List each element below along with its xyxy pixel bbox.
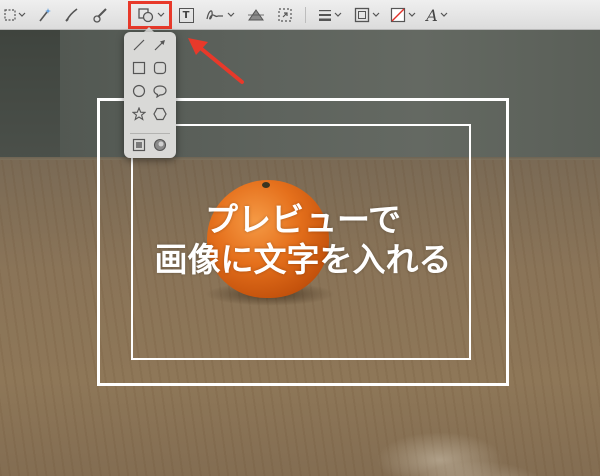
text-tool[interactable]: T <box>176 4 196 26</box>
shape-line[interactable] <box>130 36 148 54</box>
caption-text[interactable]: プレビューで 画像に文字を入れる <box>100 200 506 280</box>
chevron-down-icon <box>334 12 342 17</box>
border-color-icon <box>354 7 370 23</box>
chevron-down-icon <box>372 12 380 17</box>
shape-loupe[interactable] <box>151 136 169 154</box>
star-icon <box>132 107 146 121</box>
line-icon <box>133 39 145 51</box>
chevron-down-icon <box>18 12 26 17</box>
shape-rectangle[interactable] <box>130 59 148 77</box>
shape-hexagon[interactable] <box>151 105 169 123</box>
adjust-size-tool[interactable] <box>274 4 296 26</box>
shape-mask[interactable] <box>130 136 148 154</box>
rectangular-selection-icon <box>4 9 16 21</box>
background-wall-corner <box>0 30 60 162</box>
resize-icon <box>278 8 292 22</box>
sketch-tool[interactable] <box>62 4 82 26</box>
shape-style-tool[interactable] <box>316 4 344 26</box>
chevron-down-icon <box>408 12 416 17</box>
instant-alpha-tool[interactable] <box>34 4 54 26</box>
border-color-tool[interactable] <box>352 4 382 26</box>
pen-icon <box>65 8 78 22</box>
markup-toolbar: T A <box>0 0 600 30</box>
mask-icon <box>132 138 146 152</box>
text-style-tool[interactable]: A <box>424 4 450 26</box>
shapes-tool-highlight <box>128 1 172 29</box>
brush-icon <box>93 8 107 23</box>
chevron-down-icon <box>440 12 448 17</box>
prism-icon <box>248 9 264 21</box>
shape-oval[interactable] <box>130 82 148 100</box>
menu-divider <box>130 133 170 134</box>
loupe-icon <box>153 138 167 152</box>
draw-tool[interactable] <box>90 4 112 26</box>
shape-rounded-rectangle[interactable] <box>151 59 169 77</box>
oval-icon <box>132 84 146 98</box>
line-weight-icon <box>319 10 331 21</box>
signature-icon <box>206 10 223 20</box>
rectangle-icon <box>132 61 146 75</box>
pointer-arrow-annotation <box>188 38 244 84</box>
caption-line-1: プレビューで <box>204 200 402 239</box>
rounded-rectangle-icon <box>153 61 167 75</box>
rectangular-selection-tool[interactable] <box>4 4 26 26</box>
text-tool-icon: T <box>178 7 194 23</box>
speech-bubble-icon <box>153 85 167 98</box>
arrow-icon <box>154 40 165 51</box>
text-style-icon: A <box>426 5 438 25</box>
hexagon-icon <box>153 107 167 121</box>
sign-tool[interactable] <box>204 4 236 26</box>
shape-star[interactable] <box>130 105 148 123</box>
shape-arrow[interactable] <box>151 36 169 54</box>
fill-color-tool[interactable] <box>388 4 418 26</box>
toolbar-divider <box>305 7 306 23</box>
adjust-color-tool[interactable] <box>244 4 268 26</box>
fill-color-icon <box>390 7 406 23</box>
shape-speech-bubble[interactable] <box>151 82 169 100</box>
magic-wand-icon <box>39 8 51 22</box>
caption-line-2: 画像に文字を入れる <box>154 240 452 279</box>
chevron-down-icon <box>227 12 235 17</box>
